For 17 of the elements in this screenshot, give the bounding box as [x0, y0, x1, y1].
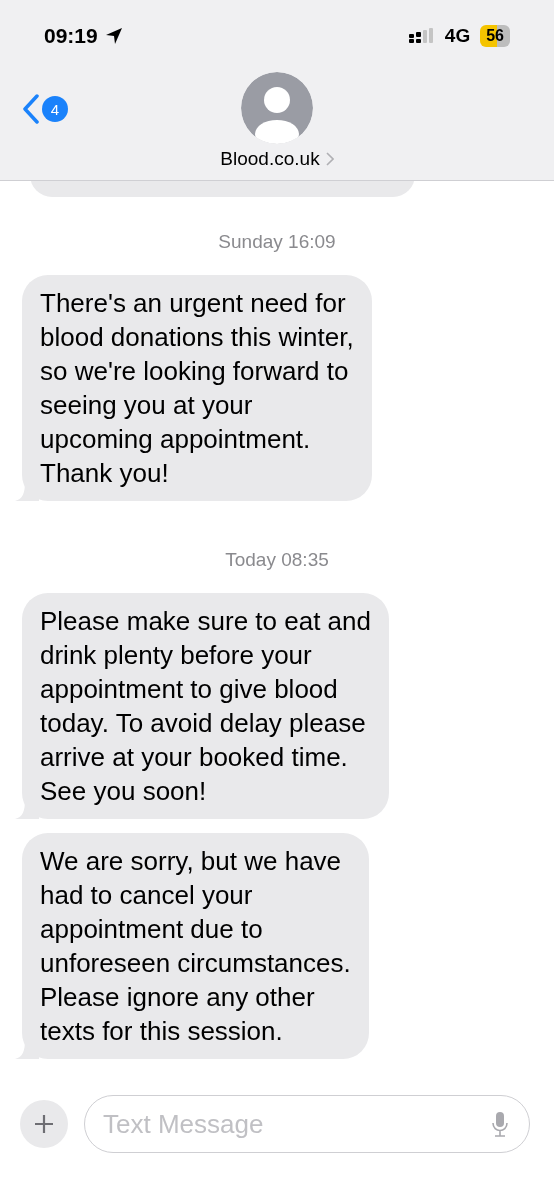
chevron-icon: [325, 152, 334, 166]
contact-name[interactable]: Blood.co.uk: [220, 148, 334, 170]
network-label: 4G: [444, 25, 471, 47]
avatar-icon: [241, 72, 313, 144]
add-button[interactable]: [20, 1100, 68, 1148]
timestamp: Today 08:35: [225, 549, 329, 571]
message-bubble: We are sorry, but we have had to cancel your appointment due to unforeseen circumstances. Please ignore any other texts for this session.: [22, 833, 369, 1059]
message-bubble: Please make sure to eat and drink plenty before your appointment to give blood today. To avoid delay please arrive at your booked time. See you soon!: [22, 593, 389, 819]
status-time: 09:19: [44, 24, 98, 48]
message-field[interactable]: Text Message: [84, 1095, 530, 1153]
signal-icon: [408, 28, 435, 44]
back-chevron-icon: [22, 94, 40, 124]
timestamp: Sunday 16:09: [218, 231, 336, 253]
back-button[interactable]: 4: [22, 94, 68, 124]
message-bubble: There's an urgent need for blood donations this winter, so we're looking forward to seeing you at your upcoming appointment. Thank you!: [22, 275, 372, 501]
unread-badge: 4: [42, 96, 68, 122]
plus-icon: [34, 1114, 54, 1134]
